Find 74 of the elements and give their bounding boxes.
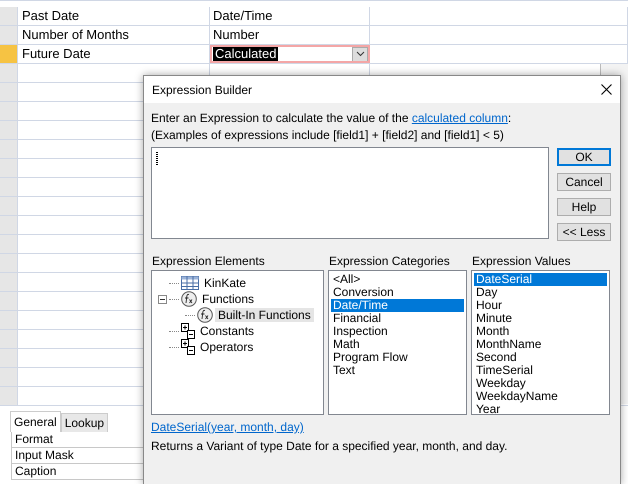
- property-tab[interactable]: General: [10, 411, 61, 432]
- row-selector[interactable]: [0, 349, 18, 367]
- examples-text: (Examples of expressions include [field1] + [field2] and [field1] < 5): [151, 127, 505, 144]
- data-type-cell: Number: [210, 26, 370, 44]
- row-selector[interactable]: [0, 121, 18, 139]
- function-signature-link[interactable]: DateSerial(year, month, day): [151, 420, 304, 434]
- list-label: Expression Categories: [328, 254, 451, 268]
- calculated-column-link[interactable]: calculated column: [412, 111, 508, 125]
- list-item[interactable]: Minute: [474, 312, 607, 325]
- list-item[interactable]: Year: [474, 403, 607, 416]
- list-item[interactable]: MonthName: [474, 338, 607, 351]
- prompt-text: Enter an Expression to calculate the value of the calculated column:: [151, 110, 512, 127]
- row-selector[interactable]: [0, 273, 18, 291]
- dialog-button[interactable]: OK: [557, 148, 611, 166]
- list-item[interactable]: DateSerial: [474, 273, 607, 286]
- list-item[interactable]: Math: [331, 338, 464, 351]
- row-selector[interactable]: [0, 7, 18, 25]
- dialog-button[interactable]: Help: [557, 198, 611, 216]
- row-selector[interactable]: [0, 45, 18, 63]
- row-selector[interactable]: [0, 387, 18, 405]
- list-item[interactable]: Weekday: [474, 377, 607, 390]
- table-icon: [181, 276, 199, 290]
- dropdown-icon[interactable]: [356, 51, 364, 57]
- dialog-title: Expression Builder: [152, 82, 252, 96]
- row-selector[interactable]: [0, 197, 18, 215]
- plus-minus-icon: [181, 339, 195, 355]
- list-item[interactable]: Program Flow: [331, 351, 464, 364]
- row-selector[interactable]: [0, 311, 18, 329]
- collapse-icon[interactable]: [158, 294, 167, 304]
- tree-item[interactable]: Built-In Functions: [215, 308, 314, 322]
- row-selector[interactable]: [0, 102, 18, 120]
- list-item[interactable]: Month: [474, 325, 607, 338]
- dialog-button[interactable]: Cancel: [557, 173, 611, 191]
- row-selector[interactable]: [0, 64, 18, 82]
- tree-item[interactable]: Operators: [197, 340, 256, 354]
- field-name-cell: Number of Months: [18, 26, 210, 44]
- tree-item[interactable]: Constants: [197, 324, 258, 338]
- list-item[interactable]: Text: [331, 364, 464, 377]
- tree-item[interactable]: Functions: [199, 292, 258, 306]
- row-selector[interactable]: [0, 26, 18, 44]
- list-item[interactable]: <All>: [331, 273, 464, 286]
- row-selector[interactable]: [0, 178, 18, 196]
- row-selector[interactable]: [0, 235, 18, 253]
- list-item[interactable]: Date/Time: [331, 299, 464, 312]
- row-selector[interactable]: [0, 159, 18, 177]
- row-selector[interactable]: [0, 254, 18, 272]
- data-type-dropdown[interactable]: Calculated: [210, 45, 370, 63]
- function-icon: [197, 307, 213, 323]
- list-item[interactable]: TimeSerial: [474, 364, 607, 377]
- tree-item[interactable]: KinKate: [201, 276, 250, 290]
- property-tab[interactable]: Lookup: [60, 413, 108, 432]
- list-label: Expression Elements: [151, 254, 266, 268]
- list-item[interactable]: Second: [474, 351, 607, 364]
- row-selector[interactable]: [0, 140, 18, 158]
- field-name-cell: Future Date: [18, 45, 210, 63]
- function-icon: [181, 291, 197, 307]
- row-selector[interactable]: [0, 368, 18, 386]
- expression-field[interactable]: [151, 147, 549, 239]
- data-type-cell: Date/Time: [210, 7, 370, 25]
- list-item[interactable]: Conversion: [331, 286, 464, 299]
- close-icon[interactable]: [601, 84, 612, 95]
- list-label: Expression Values: [471, 254, 572, 268]
- list-item[interactable]: Financial: [331, 312, 464, 325]
- field-name-cell: Past Date: [18, 7, 210, 25]
- row-selector[interactable]: [0, 330, 18, 348]
- row-selector[interactable]: [0, 292, 18, 310]
- plus-minus-icon: [181, 323, 195, 339]
- list-item[interactable]: WeekdayName: [474, 390, 607, 403]
- row-selector[interactable]: [0, 83, 18, 101]
- list-item[interactable]: Day: [474, 286, 607, 299]
- dialog-button[interactable]: << Less: [557, 223, 611, 241]
- row-selector[interactable]: [0, 216, 18, 234]
- list-item[interactable]: Hour: [474, 299, 607, 312]
- list-item[interactable]: Inspection: [331, 325, 464, 338]
